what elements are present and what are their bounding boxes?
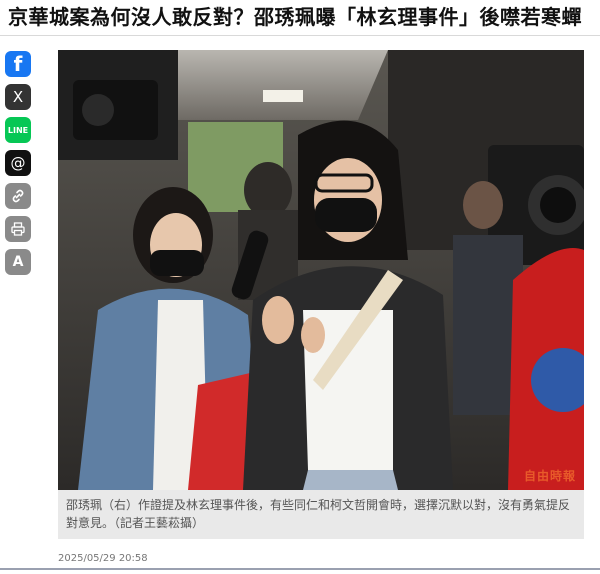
print-icon	[11, 222, 25, 236]
x-icon: X	[12, 88, 24, 106]
font-size-button[interactable]: A	[5, 249, 31, 275]
article-headline: 京華城案為何沒人敢反對？邵琇珮曝「林玄理事件」後噤若寒蟬	[8, 5, 582, 29]
facebook-share-button[interactable]: f	[5, 51, 31, 77]
news-photo-illustration	[58, 50, 584, 490]
copy-link-button[interactable]	[5, 183, 31, 209]
publish-datetime: 2025/05/29 20:58	[58, 553, 148, 564]
link-icon	[12, 189, 24, 203]
footer-divider	[0, 568, 600, 570]
threads-share-button[interactable]: @	[5, 150, 31, 176]
line-icon: LINE	[7, 125, 29, 135]
line-share-button[interactable]: LINE	[5, 117, 31, 143]
photo-watermark: 自由時報	[523, 469, 576, 483]
header-divider	[0, 35, 600, 36]
print-button[interactable]	[5, 216, 31, 242]
x-share-button[interactable]: X	[5, 84, 31, 110]
photo-caption-box: 邵琇珮（右）作證提及林玄理事件後，有些同仁和柯文哲開會時，選擇沉默以對，沒有勇氣…	[58, 490, 584, 539]
font-size-icon: A	[12, 254, 24, 270]
photo-caption: 邵琇珮（右）作證提及林玄理事件後，有些同仁和柯文哲開會時，選擇沉默以對，沒有勇氣…	[66, 498, 571, 530]
threads-icon: @	[10, 154, 26, 172]
news-photo: 自由時報	[58, 50, 584, 490]
facebook-icon: f	[13, 52, 23, 76]
